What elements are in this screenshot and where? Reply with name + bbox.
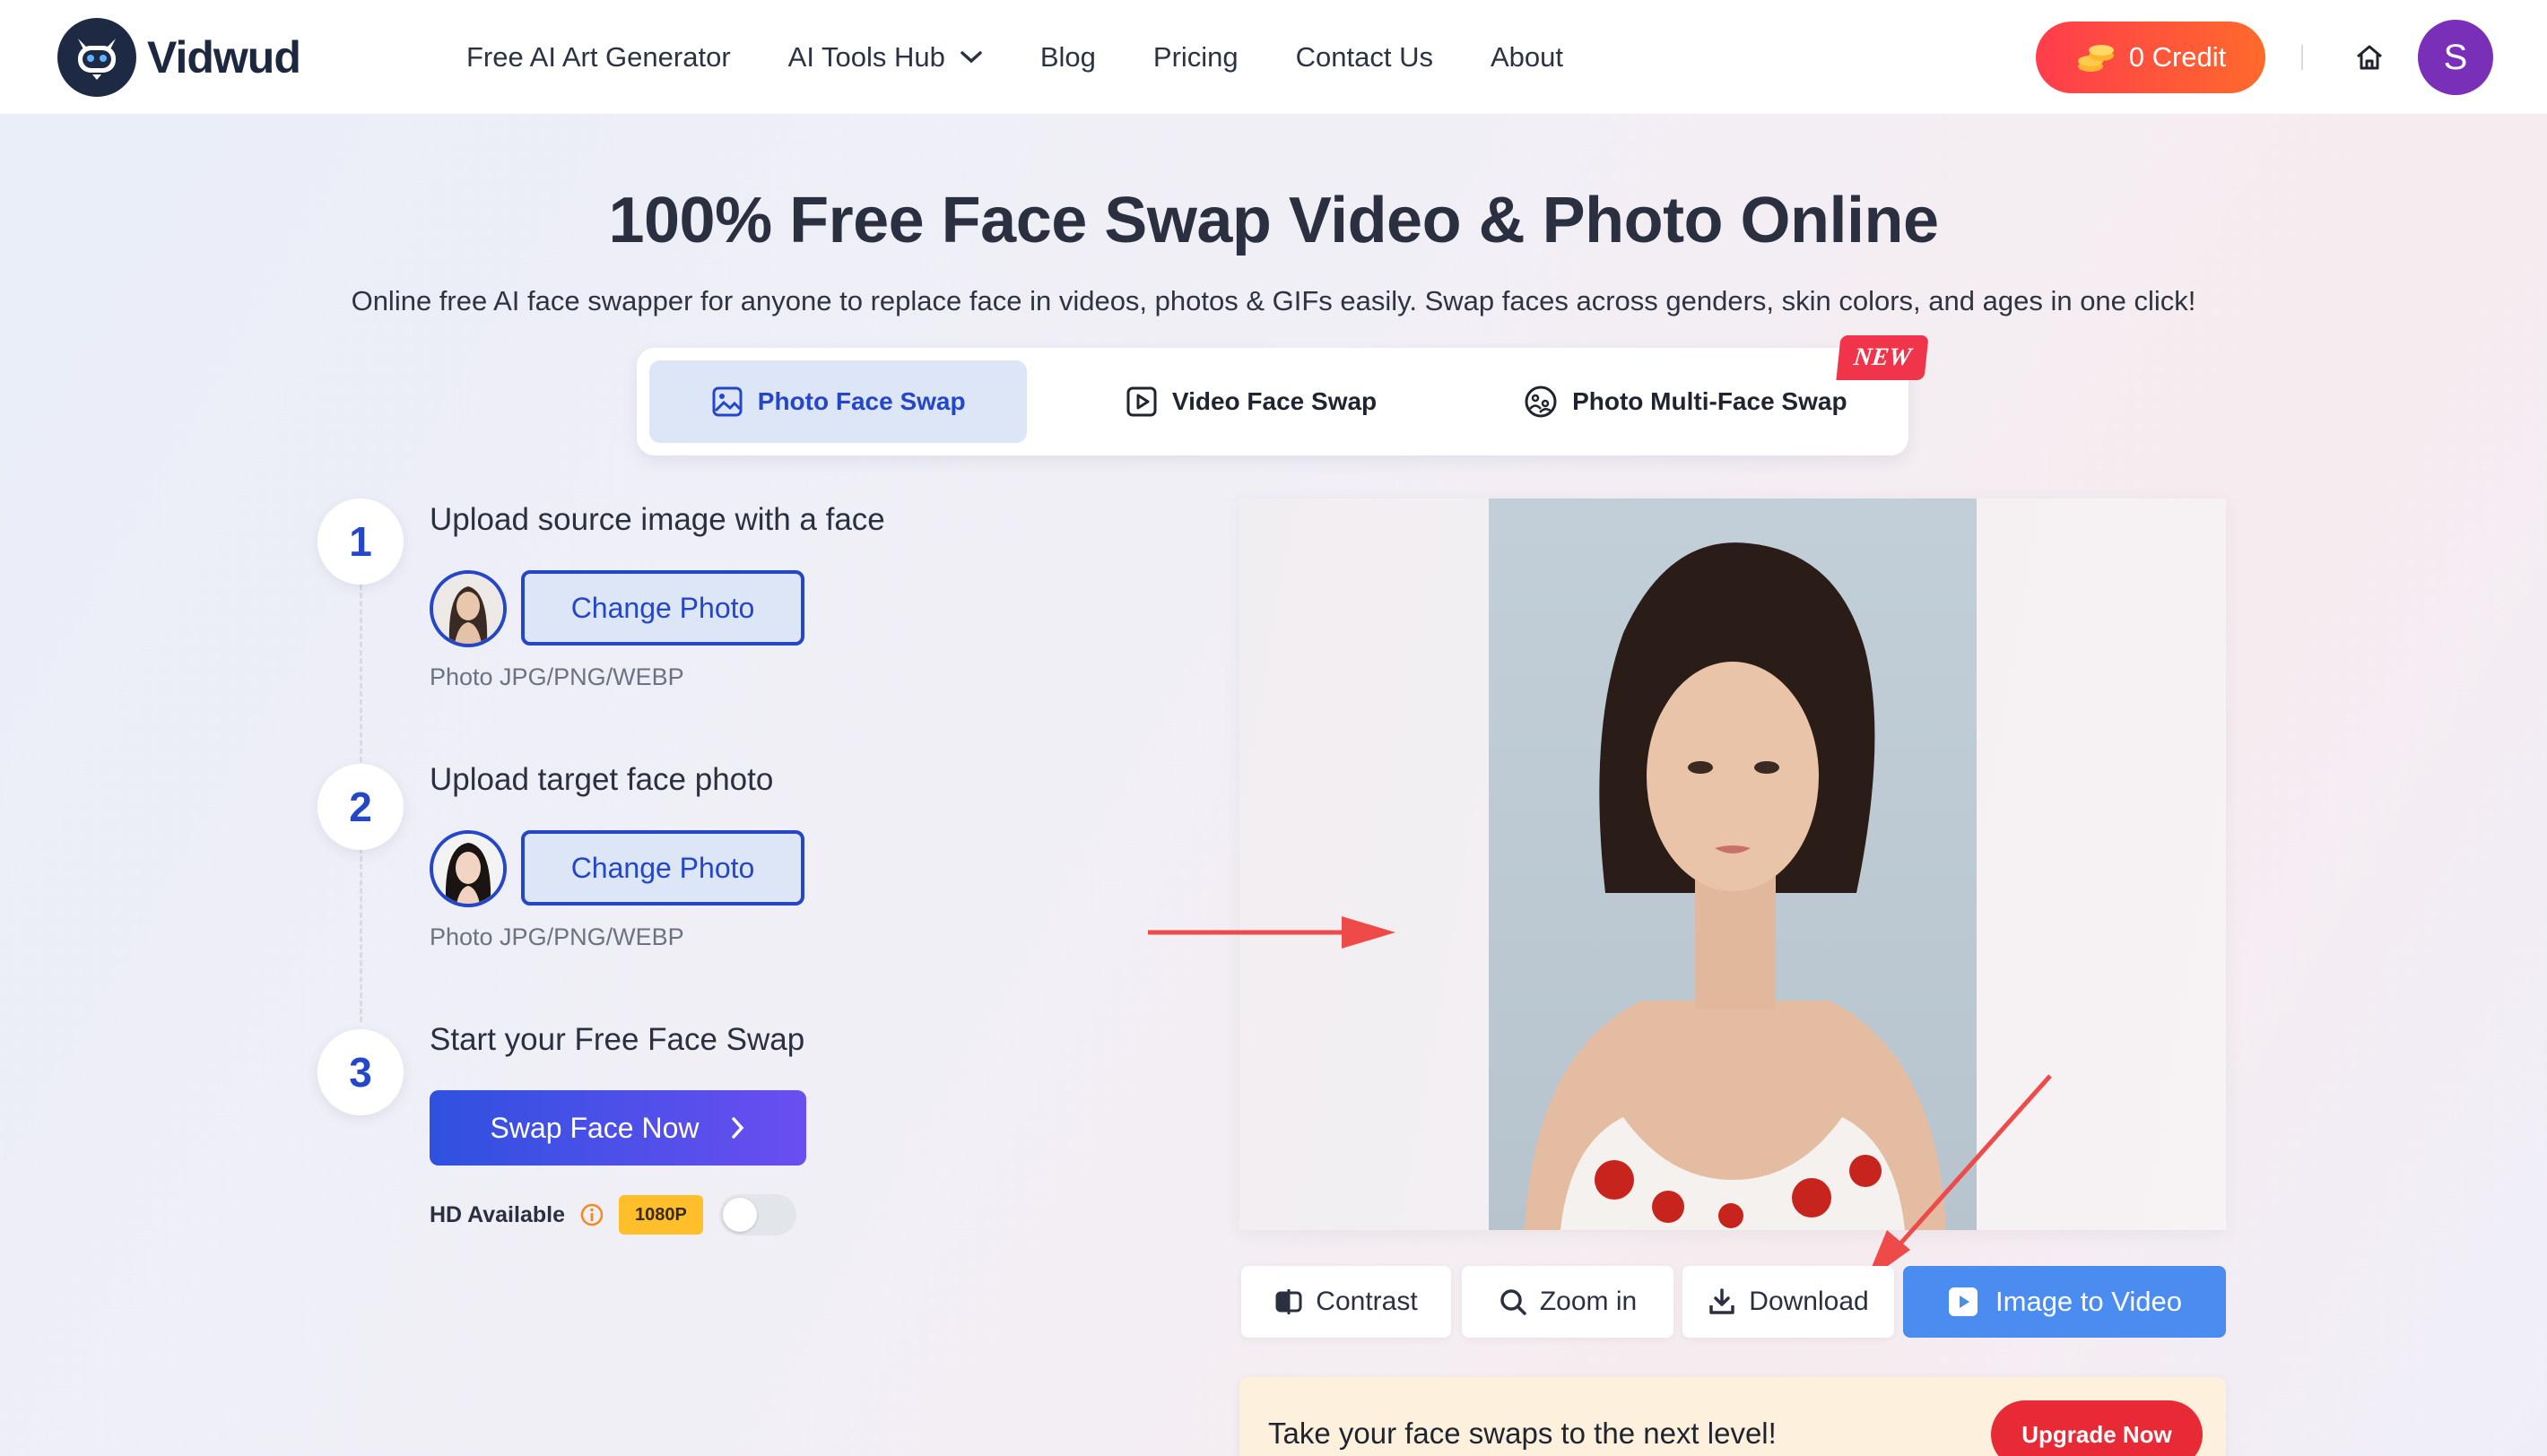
image-to-video-label: Image to Video (1995, 1286, 2182, 1317)
contrast-label: Contrast (1316, 1287, 1418, 1316)
step-connector (360, 585, 362, 762)
page-subtitle: Online free AI face swapper for anyone t… (351, 285, 2196, 316)
play-square-icon (1947, 1286, 1979, 1318)
step-title: Start your Free Face Swap (430, 1022, 805, 1057)
chevron-right-icon (731, 1116, 745, 1140)
info-icon[interactable] (579, 1202, 604, 1227)
multi-face-icon (1524, 385, 1558, 419)
upgrade-banner: Take your face swaps to the next level! … (1239, 1377, 2226, 1456)
step-number: 3 (317, 1029, 404, 1115)
new-badge: NEW (1836, 335, 1929, 380)
result-preview (1239, 498, 2226, 1230)
play-square-icon (1126, 386, 1158, 418)
page-title: 100% Free Face Swap Video & Photo Online (608, 185, 1939, 256)
change-target-photo-button[interactable]: Change Photo (521, 830, 804, 906)
tab-label: Photo Multi-Face Swap (1572, 387, 1847, 415)
hd-option-row: HD Available 1080P (430, 1192, 796, 1237)
chevron-down-icon (960, 50, 983, 65)
toggle-knob (722, 1198, 757, 1232)
download-button[interactable]: Download (1682, 1266, 1894, 1338)
user-avatar[interactable]: S (2418, 20, 2493, 95)
nav-label: AI Tools Hub (787, 41, 945, 73)
target-face-thumbnail[interactable] (430, 830, 507, 907)
contrast-button[interactable]: Contrast (1241, 1266, 1451, 1338)
step-number: 1 (317, 498, 404, 585)
upgrade-text: Take your face swaps to the next level! (1268, 1417, 1777, 1450)
credit-label: 0 Credit (2128, 41, 2227, 73)
zoom-label: Zoom in (1539, 1287, 1638, 1316)
nav-label: About (1491, 41, 1564, 73)
swap-button-label: Swap Face Now (490, 1111, 700, 1144)
image-to-video-button[interactable]: Image to Video (1903, 1266, 2226, 1338)
step-number: 2 (317, 764, 404, 850)
header-divider (2301, 45, 2303, 70)
tab-label: Photo Face Swap (757, 387, 966, 415)
nav-contact-us[interactable]: Contact Us (1296, 41, 1433, 74)
nav-about[interactable]: About (1491, 41, 1563, 74)
source-face-thumbnail[interactable] (430, 570, 507, 647)
swap-face-now-button[interactable]: Swap Face Now (430, 1090, 806, 1166)
mode-tabs: Photo Face Swap Video Face Swap Photo Mu… (637, 348, 1908, 455)
brand-logo[interactable]: Vidwud (57, 18, 301, 97)
tab-photo-face-swap[interactable]: Photo Face Swap (649, 360, 1028, 443)
nav-label: Pricing (1152, 41, 1239, 73)
credit-button[interactable]: 0 Credit (2036, 22, 2265, 93)
step-connector (360, 848, 362, 1022)
change-source-photo-button[interactable]: Change Photo (521, 570, 804, 646)
tab-video-face-swap[interactable]: Video Face Swap (1027, 360, 1474, 443)
download-label: Download (1749, 1287, 1869, 1316)
tab-photo-multi-face-swap[interactable]: Photo Multi-Face Swap (1475, 360, 1896, 443)
step-title: Upload target face photo (430, 762, 774, 797)
hd-toggle[interactable] (718, 1194, 796, 1235)
coins-icon (2075, 39, 2117, 75)
nav-blog[interactable]: Blog (1040, 41, 1096, 74)
nav-label: Free AI Art Generator (466, 41, 731, 73)
main-nav: Free AI Art Generator AI Tools Hub Blog … (466, 0, 1621, 115)
search-icon (1499, 1287, 1527, 1316)
resolution-badge: 1080P (618, 1195, 703, 1235)
step-title: Upload source image with a face (430, 502, 885, 537)
format-hint: Photo JPG/PNG/WEBP (430, 663, 684, 690)
robot-logo-icon (57, 18, 136, 97)
hd-label: HD Available (430, 1201, 565, 1227)
tab-label: Video Face Swap (1171, 387, 1378, 415)
result-image (1489, 498, 1977, 1230)
home-icon[interactable] (2351, 39, 2387, 75)
contrast-icon (1274, 1287, 1303, 1316)
nav-label: Contact Us (1295, 41, 1433, 73)
nav-free-ai-art-generator[interactable]: Free AI Art Generator (466, 41, 731, 74)
image-icon (711, 386, 743, 418)
top-header: Vidwud Free AI Art Generator AI Tools Hu… (0, 0, 2547, 115)
nav-pricing[interactable]: Pricing (1153, 41, 1239, 74)
nav-ai-tools-hub[interactable]: AI Tools Hub (788, 41, 983, 74)
upgrade-now-button[interactable]: Upgrade Now (1991, 1400, 2203, 1456)
brand-name: Vidwud (147, 32, 301, 82)
zoom-in-button[interactable]: Zoom in (1462, 1266, 1673, 1338)
format-hint: Photo JPG/PNG/WEBP (430, 923, 684, 950)
download-icon (1708, 1287, 1736, 1316)
nav-label: Blog (1039, 41, 1096, 73)
